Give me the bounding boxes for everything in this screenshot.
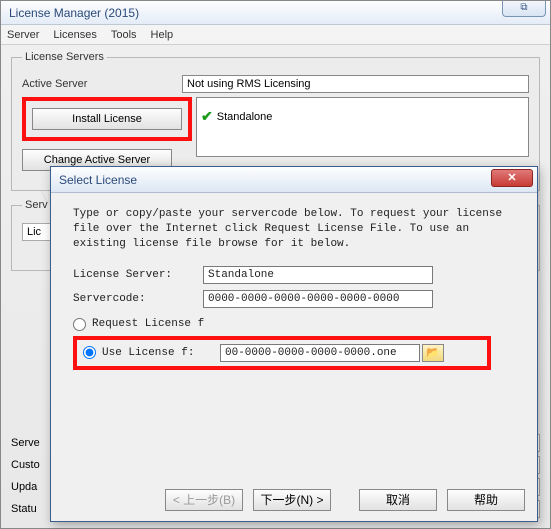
menu-help[interactable]: Help [151,29,174,41]
help-button[interactable]: 帮助 [447,489,525,511]
license-server-label: License Server: [73,269,203,281]
request-license-label: Request License f [92,318,204,330]
browse-button[interactable]: 📂 [422,344,444,362]
dialog-intro-text: Type or copy/paste your servercode below… [73,207,519,252]
server-status-legend-partial: Serv [22,199,51,211]
menu-tools[interactable]: Tools [111,29,137,41]
license-server-field[interactable]: Standalone [203,266,433,284]
check-icon: ✔ [201,108,213,125]
install-license-button[interactable]: Install License [32,108,182,130]
menu-server[interactable]: Server [7,29,39,41]
dialog-titlebar: Select License ✕ [51,167,537,193]
request-license-radio-row[interactable]: Request License f [73,318,519,331]
active-server-label: Active Server [22,78,182,90]
select-license-dialog: Select License ✕ Type or copy/paste your… [50,166,538,522]
license-servers-legend: License Servers [22,51,107,63]
folder-icon: 📂 [426,346,440,360]
use-license-label: Use License f: [102,347,220,359]
dialog-body: Type or copy/paste your servercode below… [51,193,537,378]
window-title: License Manager (2015) [9,6,139,20]
statu-label: Statu [11,503,51,515]
cancel-button[interactable]: 取消 [359,489,437,511]
dialog-button-row: < 上一步(B) 下一步(N) > 取消 帮助 [165,489,525,511]
license-file-field[interactable]: 00-0000-0000-0000-0000.one [220,344,420,362]
use-license-radio-row[interactable]: Use License f: [83,346,220,359]
menu-bar: Server Licenses Tools Help [1,25,550,45]
menu-licenses[interactable]: Licenses [53,29,96,41]
back-button[interactable]: < 上一步(B) [165,489,243,511]
servercode-label: Servercode: [73,293,203,305]
servercode-field[interactable]: 0000-0000-0000-0000-0000-0000 [203,290,433,308]
use-license-radio[interactable] [83,346,96,359]
custo-label: Custo [11,459,51,471]
next-button[interactable]: 下一步(N) > [253,489,331,511]
serve-label: Serve [11,437,51,449]
request-license-radio[interactable] [73,318,86,331]
dialog-title: Select License [59,173,137,187]
close-button[interactable]: ✕ [491,169,533,187]
titlebar: License Manager (2015) ⧉ [1,1,550,25]
standalone-status: ✔ Standalone [201,108,272,125]
upda-label: Upda [11,481,51,493]
standalone-label: Standalone [217,111,273,123]
window-control-icon[interactable]: ⧉ [502,1,546,17]
active-server-value: Not using RMS Licensing [182,75,529,93]
